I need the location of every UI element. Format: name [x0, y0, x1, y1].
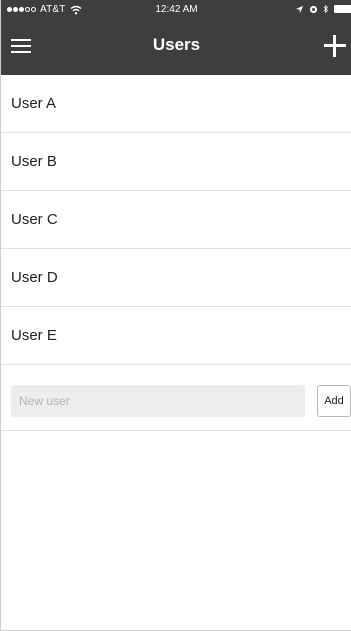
battery-icon	[334, 5, 351, 13]
list-item-user-a[interactable]: User A	[1, 75, 351, 133]
app-screen: AT&T 12:42 AM Users User A User B User C…	[0, 0, 351, 631]
status-right	[295, 4, 351, 14]
new-user-input[interactable]	[11, 385, 305, 417]
list-item-user-b[interactable]: User B	[1, 133, 351, 191]
list-item-user-c[interactable]: User C	[1, 191, 351, 249]
list-item-user-e[interactable]: User E	[1, 307, 351, 365]
location-arrow-icon	[295, 5, 304, 13]
add-button[interactable]	[320, 28, 350, 62]
status-bar: AT&T 12:42 AM	[1, 0, 351, 22]
user-list: User A User B User C User D User E	[1, 75, 351, 365]
top-bar: AT&T 12:42 AM Users	[1, 0, 351, 75]
list-item-user-d[interactable]: User D	[1, 249, 351, 307]
bluetooth-icon	[323, 4, 329, 14]
nav-bar: Users	[1, 22, 351, 75]
alarm-lock-icon	[309, 5, 318, 13]
new-user-row: Add	[1, 370, 351, 431]
add-user-button[interactable]: Add	[317, 385, 351, 417]
page-title: Users	[152, 35, 201, 54]
